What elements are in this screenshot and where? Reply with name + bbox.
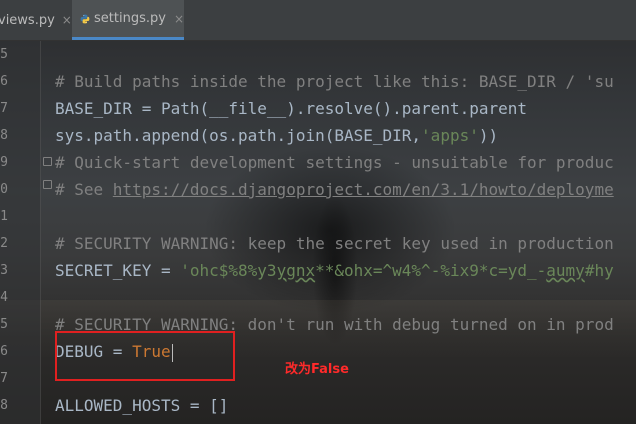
line-number: 6 xyxy=(0,74,8,89)
line-number: 5 xyxy=(0,47,8,62)
code-comment: # See xyxy=(55,180,113,199)
code-line: # Quick-start development settings - uns… xyxy=(55,153,614,172)
line-number: 1 xyxy=(0,209,8,224)
code-line: BASE_DIR = Path(__file__).resolve().pare… xyxy=(55,99,528,118)
close-icon[interactable]: × xyxy=(174,12,184,26)
tab-label: views.py xyxy=(0,12,55,28)
line-number: 9 xyxy=(0,155,8,170)
code-line: sys.path.append(os.path.join(BASE_DIR,'a… xyxy=(55,122,498,149)
line-number: 0 xyxy=(0,182,8,197)
tab-views-py[interactable]: views.py × xyxy=(0,0,72,40)
gutter-separator xyxy=(40,41,41,424)
tab-label: settings.py xyxy=(94,11,166,26)
line-number: 7 xyxy=(0,371,8,386)
fold-marker-icon[interactable] xyxy=(43,180,52,189)
highlight-box xyxy=(55,331,235,381)
code-string: 'apps' xyxy=(421,126,479,145)
editor-window: views.py × settings.py × 5 6 7 8 9 0 1 2… xyxy=(0,0,636,424)
code-token: SECRET_KEY = xyxy=(55,261,181,280)
line-number: 4 xyxy=(0,290,8,305)
code-line: ALLOWED_HOSTS = [] xyxy=(55,396,229,415)
line-number: 8 xyxy=(0,128,8,143)
fold-marker-icon[interactable] xyxy=(43,157,52,166)
close-icon[interactable]: × xyxy=(62,13,72,27)
code-line: # SECURITY WARNING: keep the secret key … xyxy=(55,234,614,253)
line-number: 7 xyxy=(0,101,8,116)
code-token: sys.path.append(os.path.join(BASE_DIR, xyxy=(55,126,422,145)
code-string: **&ohx=^w4%^-%ix9*c=yd_- xyxy=(315,261,547,280)
line-number: 5 xyxy=(0,317,8,332)
code-line: SECRET_KEY = 'ohc$%8%y3ygnx**&ohx=^w4%^-… xyxy=(55,257,614,284)
line-number-gutter: 5 6 7 8 9 0 1 2 3 4 5 6 7 8 xyxy=(0,41,40,424)
tab-settings-py[interactable]: settings.py × xyxy=(72,0,184,40)
annotation-text: 改为False xyxy=(285,362,349,377)
code-token: )) xyxy=(478,126,499,145)
line-number: 6 xyxy=(0,344,8,359)
code-string: aumy xyxy=(546,261,585,280)
line-number: 3 xyxy=(0,263,8,278)
line-number: 2 xyxy=(0,236,8,251)
code-string: 'ohc$%8%y3 xyxy=(180,261,277,280)
docs-link[interactable]: https://docs.djangoproject.com/en/3.1/ho… xyxy=(113,180,614,199)
line-number: 8 xyxy=(0,398,8,413)
code-string: ygnx xyxy=(276,261,316,280)
editor-tab-bar: views.py × settings.py × xyxy=(0,0,636,41)
code-string: #hy xyxy=(584,261,614,280)
code-line: # See https://docs.djangoproject.com/en/… xyxy=(55,176,614,203)
python-file-icon xyxy=(80,14,90,23)
code-line: # Build paths inside the project like th… xyxy=(55,72,614,91)
